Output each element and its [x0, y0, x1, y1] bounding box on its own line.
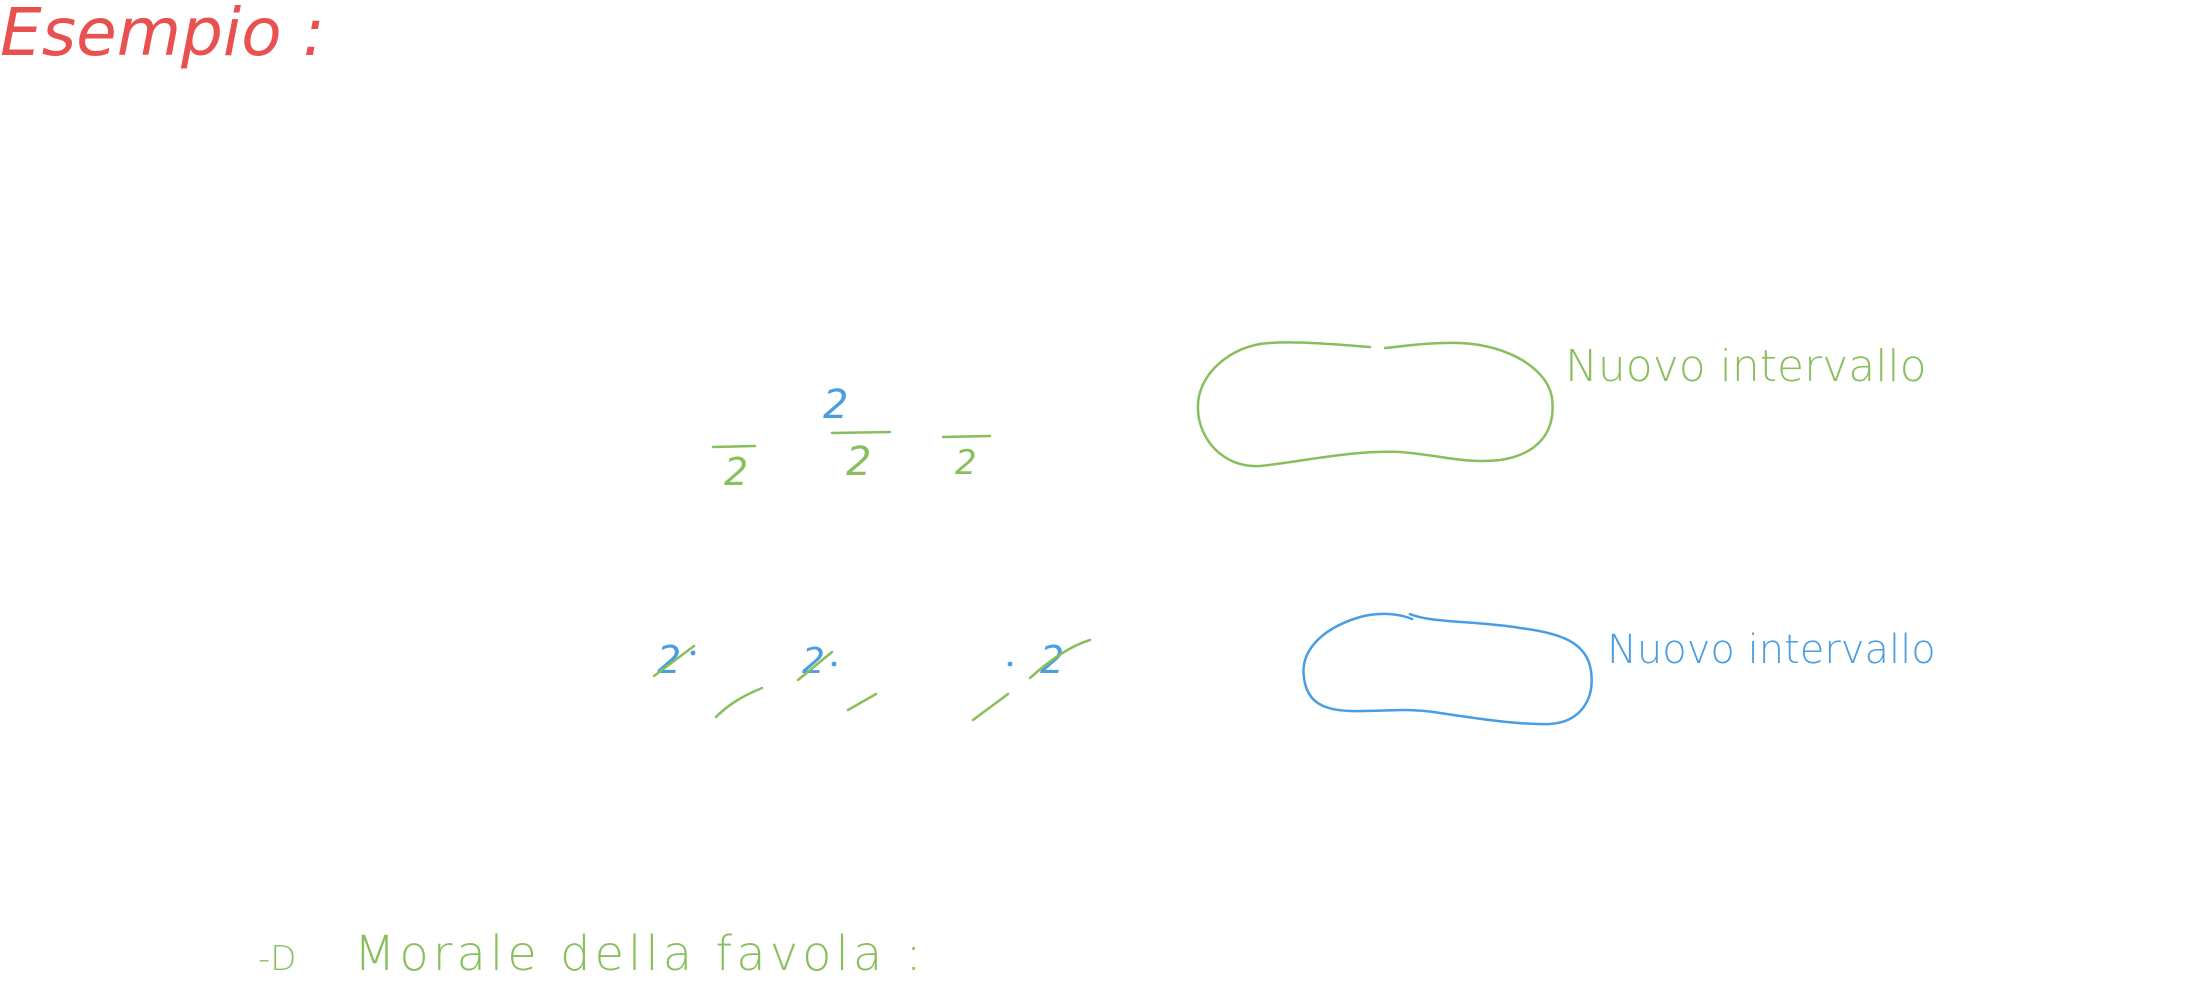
title-esempio: Esempio : — [0, 0, 325, 71]
row2-slash-2 — [846, 692, 878, 712]
morale-text: Morale della favola : — [354, 926, 926, 982]
row1-blue-digit: 2 — [823, 382, 848, 428]
row2-dots — [690, 650, 1013, 667]
row1-slot-line-2 — [830, 430, 892, 435]
row2-slash-3 — [971, 692, 1010, 722]
row2-slash-1 — [714, 686, 764, 719]
row2-dot-3 — [1007, 661, 1013, 667]
row1-label-nuovo-intervallo: Nuovo intervallo — [1565, 341, 1927, 392]
row2-label-nuovo-intervallo: Nuovo intervallo — [1607, 627, 1936, 673]
row1-digit-1: 2 — [724, 450, 748, 494]
row2-dot-2 — [831, 661, 837, 667]
row1-interval-blob — [1196, 341, 1554, 468]
whiteboard-canvas: Esempio : 2 2 2 2 Nuovo intervallo 2 2 2… — [0, 0, 1936, 982]
row2-digit-1: 2 — [657, 638, 681, 682]
row2-dot-1 — [690, 650, 696, 656]
row1-digit-3: 2 — [955, 443, 977, 483]
row2-green-marks — [652, 638, 1092, 722]
morale-arrow: -D — [258, 939, 296, 979]
row1-slot-line-3 — [941, 434, 992, 439]
row1-slot-line-1 — [711, 444, 757, 449]
row1-digit-2: 2 — [846, 439, 871, 485]
row2-interval-blob — [1302, 612, 1593, 726]
